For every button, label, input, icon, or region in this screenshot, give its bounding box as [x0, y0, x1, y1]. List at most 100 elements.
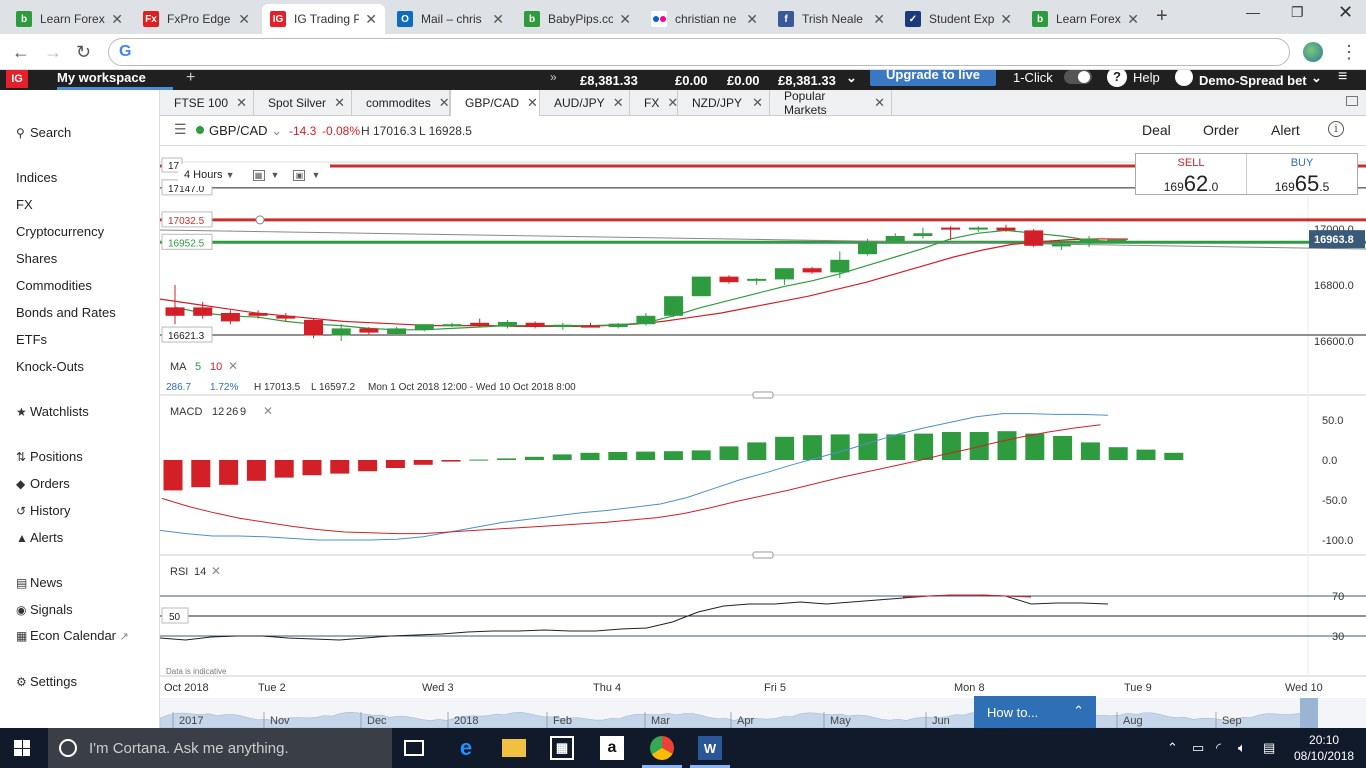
- browser-tab[interactable]: christian ne ✕: [643, 4, 766, 34]
- action-center-icon[interactable]: ▤: [1263, 740, 1275, 756]
- chevron-up-icon[interactable]: ⌃: [1073, 703, 1084, 719]
- close-tab-icon[interactable]: ✕: [236, 95, 247, 111]
- sidebar-item-commodities[interactable]: Commodities: [16, 278, 92, 293]
- sidebar-item-bonds[interactable]: Bonds and Rates: [16, 305, 116, 320]
- workspace-menu[interactable]: My workspace: [57, 70, 146, 85]
- cortana-search-box[interactable]: I'm Cortana. Ask me anything.: [48, 728, 392, 768]
- help-link[interactable]: Help: [1133, 70, 1160, 85]
- browser-tab[interactable]: f Trish Neale ✕: [770, 4, 893, 34]
- market-tab[interactable]: AUD/JPY ✕: [540, 90, 630, 116]
- close-tab-icon[interactable]: ✕: [667, 95, 678, 111]
- search-link[interactable]: ⚲ Search: [16, 125, 71, 140]
- restore-window-icon[interactable]: [1346, 96, 1358, 106]
- omnibox-input[interactable]: G: [108, 38, 1290, 66]
- forward-icon[interactable]: →: [44, 42, 62, 63]
- sidebar-item-news[interactable]: ▤ News: [16, 575, 63, 590]
- close-tab-icon[interactable]: ✕: [334, 95, 345, 111]
- task-view-icon[interactable]: [404, 740, 424, 756]
- close-tab-icon[interactable]: ✕: [613, 95, 624, 111]
- sidebar-item-settings[interactable]: ⚙ Settings: [16, 674, 77, 689]
- browser-tab[interactable]: ✓ Student Exp ✕: [897, 4, 1020, 34]
- extension-globe-icon[interactable]: [1303, 42, 1323, 62]
- account-name[interactable]: Demo-Spread bet: [1199, 73, 1307, 88]
- add-workspace-icon[interactable]: +: [186, 70, 195, 87]
- maximize-icon[interactable]: ❐: [1291, 4, 1304, 21]
- timeframe-select[interactable]: 4 Hours ▼: [184, 169, 235, 181]
- drawing-tools-icon[interactable]: ▣: [293, 169, 306, 181]
- market-tab[interactable]: NZD/JPY ✕: [678, 90, 770, 116]
- order-button[interactable]: Order: [1203, 122, 1239, 138]
- one-click-toggle[interactable]: [1064, 70, 1092, 84]
- sidebar-item-positions[interactable]: ⇅ Positions: [16, 449, 83, 464]
- ig-menu-icon[interactable]: ≡: [1338, 70, 1347, 86]
- system-clock[interactable]: 20:10 08/10/2018: [1294, 732, 1354, 764]
- buy-button[interactable]: BUY 16965.5: [1246, 154, 1357, 196]
- sidebar-item-watchlists[interactable]: ★ Watchlists: [16, 404, 89, 419]
- sidebar-item-cryptocurrency[interactable]: Cryptocurrency: [16, 224, 104, 239]
- chart-type-icon[interactable]: ▦: [252, 169, 265, 181]
- market-tab[interactable]: GBP/CAD ✕: [450, 90, 540, 116]
- sidebar-item-indices[interactable]: Indices: [16, 170, 57, 185]
- close-window-icon[interactable]: ✕: [1338, 2, 1353, 23]
- expand-arrows-icon[interactable]: »: [550, 70, 557, 84]
- word-icon[interactable]: W: [698, 736, 722, 760]
- sidebar-item-econ-calendar[interactable]: ▦ Econ Calendar ↗: [16, 628, 129, 643]
- sidebar-item-alerts[interactable]: ▲ Alerts: [16, 530, 63, 545]
- browser-tab[interactable]: b Learn Forex ✕: [1024, 4, 1147, 34]
- close-tab-icon[interactable]: ✕: [439, 95, 450, 111]
- amazon-icon[interactable]: a: [600, 736, 624, 760]
- caret-down-icon[interactable]: ▼: [311, 170, 320, 180]
- close-tab-icon[interactable]: ✕: [111, 11, 123, 28]
- file-explorer-icon[interactable]: [502, 739, 526, 757]
- alert-button[interactable]: Alert: [1271, 122, 1300, 138]
- sidebar-item-knockouts[interactable]: Knock-Outs: [16, 359, 84, 374]
- sidebar-item-etfs[interactable]: ETFs: [16, 332, 47, 347]
- caret-down-icon[interactable]: ▼: [271, 170, 280, 180]
- reload-icon[interactable]: ↻: [76, 42, 91, 63]
- browser-tab[interactable]: Fx FxPro Edge ✕: [135, 4, 258, 34]
- tray-chevron-icon[interactable]: ⌃: [1167, 740, 1178, 756]
- help-icon[interactable]: ?: [1107, 70, 1127, 87]
- market-tab[interactable]: FX ✕: [630, 90, 678, 116]
- wifi-icon[interactable]: ◜: [1216, 740, 1221, 756]
- windows-start-icon[interactable]: [14, 740, 30, 756]
- close-tab-icon[interactable]: ✕: [238, 11, 250, 28]
- market-tab[interactable]: Spot Silver ✕: [254, 90, 352, 116]
- info-icon[interactable]: i: [1328, 121, 1344, 137]
- instrument-name[interactable]: GBP/CAD ⌄: [209, 123, 282, 139]
- volume-icon[interactable]: 🔈︎: [1238, 740, 1246, 756]
- browser-tab[interactable]: b BabyPips.co ✕: [516, 4, 639, 34]
- deal-button[interactable]: Deal: [1142, 122, 1171, 138]
- sell-button[interactable]: SELL 16962.0: [1136, 154, 1246, 196]
- how-to-panel[interactable]: How to... ⌃: [974, 696, 1096, 728]
- close-tab-icon[interactable]: ✕: [874, 95, 885, 111]
- chart-area[interactable]: 17147.0 17032.5 16952.5 16621.3 17 17000.0 168…: [160, 146, 1366, 728]
- browser-menu-icon[interactable]: ⋮: [1340, 42, 1358, 63]
- sidebar-item-history[interactable]: ↺ History: [16, 503, 70, 518]
- upgrade-to-live-button[interactable]: Upgrade to live: [870, 70, 996, 86]
- close-tab-icon[interactable]: ✕: [746, 11, 758, 28]
- close-tab-icon[interactable]: ✕: [873, 11, 885, 28]
- sidebar-item-orders[interactable]: ◆ Orders: [16, 476, 70, 491]
- browser-tab[interactable]: IG IG Trading Pl ✕: [262, 4, 385, 34]
- chart-svg[interactable]: 17147.017032.516952.516621.31717000.0168…: [160, 146, 1366, 728]
- close-tab-icon[interactable]: ✕: [527, 95, 538, 111]
- close-tab-icon[interactable]: ✕: [365, 11, 377, 28]
- store-icon[interactable]: ▦: [550, 736, 574, 760]
- account-dropdown-icon[interactable]: ⌄: [846, 70, 857, 86]
- new-tab-button[interactable]: +: [1156, 5, 1168, 28]
- browser-tab[interactable]: O Mail – chris ✕: [389, 4, 512, 34]
- chrome-icon[interactable]: [650, 736, 674, 760]
- close-tab-icon[interactable]: ✕: [752, 95, 763, 111]
- sidebar-item-signals[interactable]: ◉ Signals: [16, 602, 73, 617]
- edge-icon[interactable]: e: [454, 735, 478, 760]
- market-tab[interactable]: commodites ✕: [352, 90, 450, 116]
- close-tab-icon[interactable]: ✕: [619, 11, 631, 28]
- market-tab[interactable]: Popular Markets ✕: [770, 89, 892, 117]
- browser-tab[interactable]: b Learn Forex ✕: [8, 4, 131, 34]
- sidebar-item-fx[interactable]: FX: [16, 197, 33, 212]
- battery-icon[interactable]: ▭: [1192, 740, 1204, 756]
- user-icon[interactable]: [1175, 70, 1193, 86]
- account-chevron-icon[interactable]: ⌄: [1311, 70, 1322, 86]
- sidebar-item-shares[interactable]: Shares: [16, 251, 57, 266]
